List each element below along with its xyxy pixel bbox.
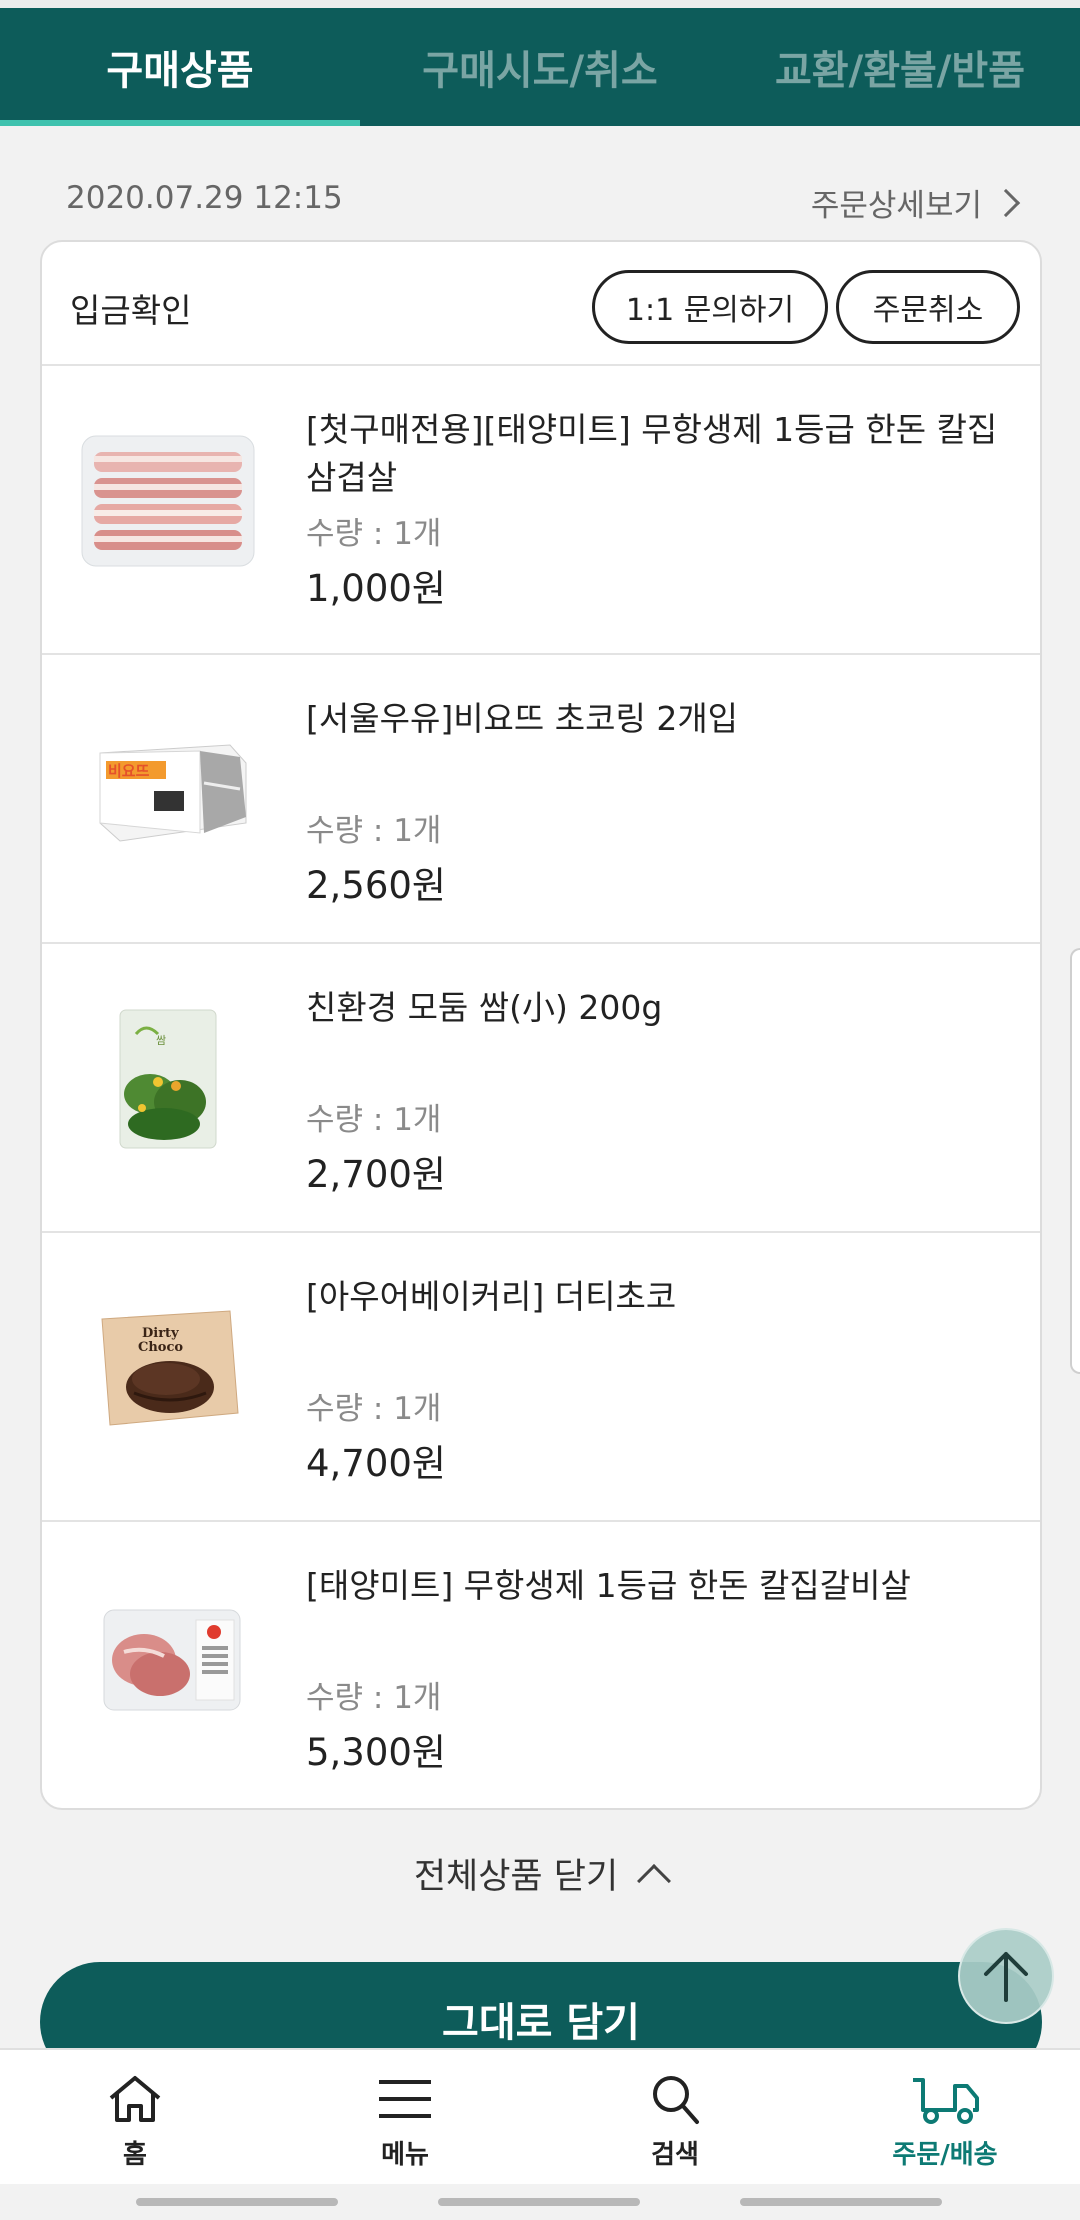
item-name: [첫구매전용][태양미트] 무항생제 1등급 한돈 칼집삼겹살 <box>306 410 998 497</box>
bottom-navigation: 홈 메뉴 검색 주문/배송 <box>0 2048 1080 2184</box>
tab-attempted-cancelled[interactable]: 구매시도/취소 <box>360 8 720 126</box>
item-name: [태양미트] 무항생제 1등급 한돈 칼집갈비살 <box>306 1566 911 1605</box>
system-home-handle[interactable] <box>438 2198 640 2206</box>
product-image-pork-rib <box>78 1582 258 1732</box>
system-recents-handle[interactable] <box>740 2198 942 2206</box>
nav-label: 메뉴 <box>381 2140 429 2170</box>
nav-label: 홈 <box>123 2140 147 2170</box>
nav-menu[interactable]: 메뉴 <box>270 2050 540 2186</box>
search-icon <box>653 2076 699 2124</box>
close-all-label: 전체상품 닫기 <box>413 1857 619 1897</box>
item-price: 1,000원 <box>306 567 446 610</box>
item-name: [아우어베이커리] 더티초코 <box>306 1277 677 1316</box>
svg-text:쌈: 쌈 <box>156 1034 166 1047</box>
chevron-up-icon <box>637 1863 672 1898</box>
order-card: 입금확인 1:1 문의하기 주문취소 [첫구매전용][태양미트] 무항생제 1등… <box>40 240 1042 1810</box>
tab-purchased-items[interactable]: 구매상품 <box>0 8 360 126</box>
product-image-biyott: 비요뜨 <box>78 715 258 865</box>
menu-icon <box>379 2080 431 2118</box>
item-quantity: 수량 : 1개 <box>306 1680 442 1716</box>
item-quantity: 수량 : 1개 <box>306 516 442 552</box>
order-detail-label: 주문상세보기 <box>810 188 982 224</box>
order-status: 입금확인 <box>70 291 192 330</box>
tab-label: 구매상품 <box>106 48 254 94</box>
item-price: 5,300원 <box>306 1731 446 1774</box>
item-price: 2,700원 <box>306 1153 446 1196</box>
home-icon <box>109 2076 161 2122</box>
chevron-right-icon <box>991 188 1021 217</box>
item-price: 2,560원 <box>306 864 446 907</box>
item-quantity: 수량 : 1개 <box>306 1102 442 1138</box>
active-tab-indicator <box>0 120 360 126</box>
product-image-pork-belly <box>78 426 258 576</box>
item-price: 4,700원 <box>306 1442 446 1485</box>
item-quantity: 수량 : 1개 <box>306 813 442 849</box>
order-item[interactable]: [태양미트] 무항생제 1등급 한돈 칼집갈비살 수량 : 1개 5,300원 <box>42 1522 1040 1808</box>
tab-label: 교환/환불/반품 <box>774 48 1026 94</box>
cancel-order-button[interactable]: 주문취소 <box>836 270 1020 344</box>
order-date: 2020.07.29 12:15 <box>66 180 343 216</box>
svg-text:Dirty: Dirty <box>142 1326 179 1341</box>
order-item[interactable]: Dirty Choco [아우어베이커리] 더티초코 수량 : 1개 4,700… <box>42 1233 1040 1522</box>
order-detail-link[interactable]: 주문상세보기 <box>810 180 1021 225</box>
system-navigation-bar <box>0 2184 1080 2220</box>
top-tab-bar: 구매상품 구매시도/취소 교환/환불/반품 <box>0 0 1080 126</box>
nav-search[interactable]: 검색 <box>540 2050 810 2186</box>
tab-label: 구매시도/취소 <box>422 48 658 94</box>
item-name: 친환경 모둠 쌈(小) 200g <box>306 988 663 1027</box>
nav-label: 검색 <box>651 2140 699 2170</box>
order-item[interactable]: [첫구매전용][태양미트] 무항생제 1등급 한돈 칼집삼겹살 수량 : 1개 … <box>42 366 1040 655</box>
order-item[interactable]: 쌈 친환경 모둠 쌈(小) 200g 수량 : 1개 2,700원 <box>42 944 1040 1233</box>
item-name: [서울우유]비요뜨 초코링 2개입 <box>306 699 739 738</box>
order-item[interactable]: 비요뜨 [서울우유]비요뜨 초코링 2개입 수량 : 1개 2,560원 <box>42 655 1040 944</box>
delivery-truck-icon <box>913 2078 979 2124</box>
nav-order-delivery[interactable]: 주문/배송 <box>810 2050 1080 2186</box>
arrow-up-icon <box>984 1952 1028 2002</box>
product-image-greens: 쌈 <box>78 1004 258 1154</box>
scroll-to-top-button[interactable] <box>958 1928 1054 2024</box>
order-card-header: 입금확인 1:1 문의하기 주문취소 <box>42 242 1040 366</box>
tab-exchange-refund-return[interactable]: 교환/환불/반품 <box>720 8 1080 126</box>
svg-text:비요뜨: 비요뜨 <box>108 762 150 780</box>
nav-label: 주문/배송 <box>892 2140 998 2170</box>
item-quantity: 수량 : 1개 <box>306 1391 442 1427</box>
product-image-dirty-choco: Dirty Choco <box>78 1293 258 1443</box>
svg-text:Choco: Choco <box>138 1340 183 1355</box>
close-all-items-button[interactable]: 전체상품 닫기 <box>0 1848 1080 1899</box>
edge-panel-handle[interactable] <box>1070 948 1080 1374</box>
nav-home[interactable]: 홈 <box>0 2050 270 2186</box>
system-back-handle[interactable] <box>136 2198 338 2206</box>
inquiry-button[interactable]: 1:1 문의하기 <box>592 270 828 344</box>
